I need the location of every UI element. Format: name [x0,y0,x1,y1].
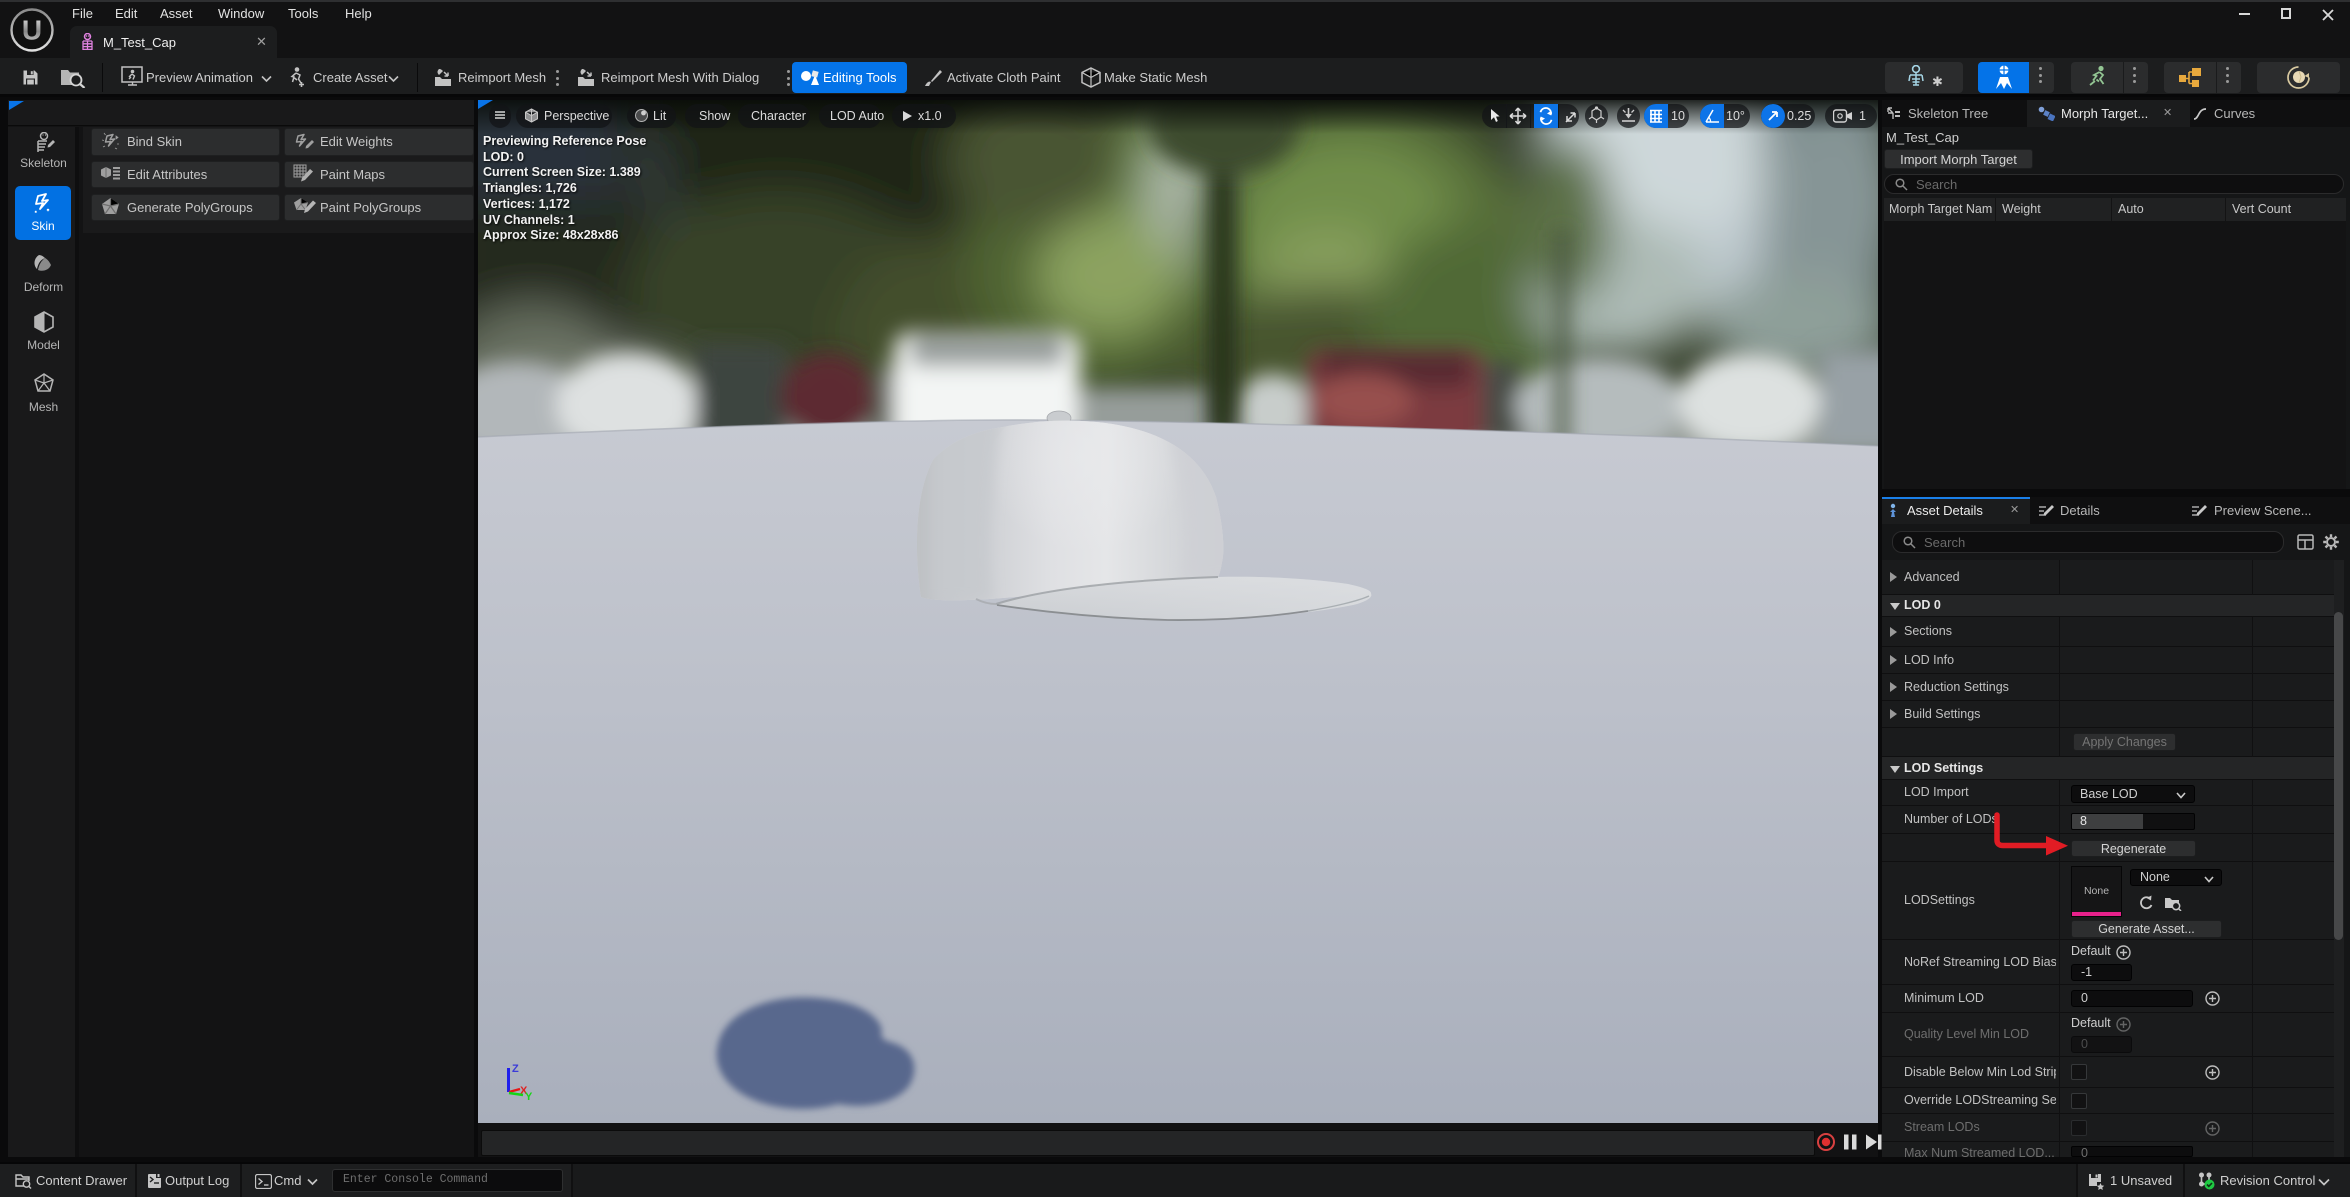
svg-text:Z: Z [512,1063,519,1075]
svg-text:U: U [22,15,42,46]
svg-text:Y: Y [525,1091,533,1102]
